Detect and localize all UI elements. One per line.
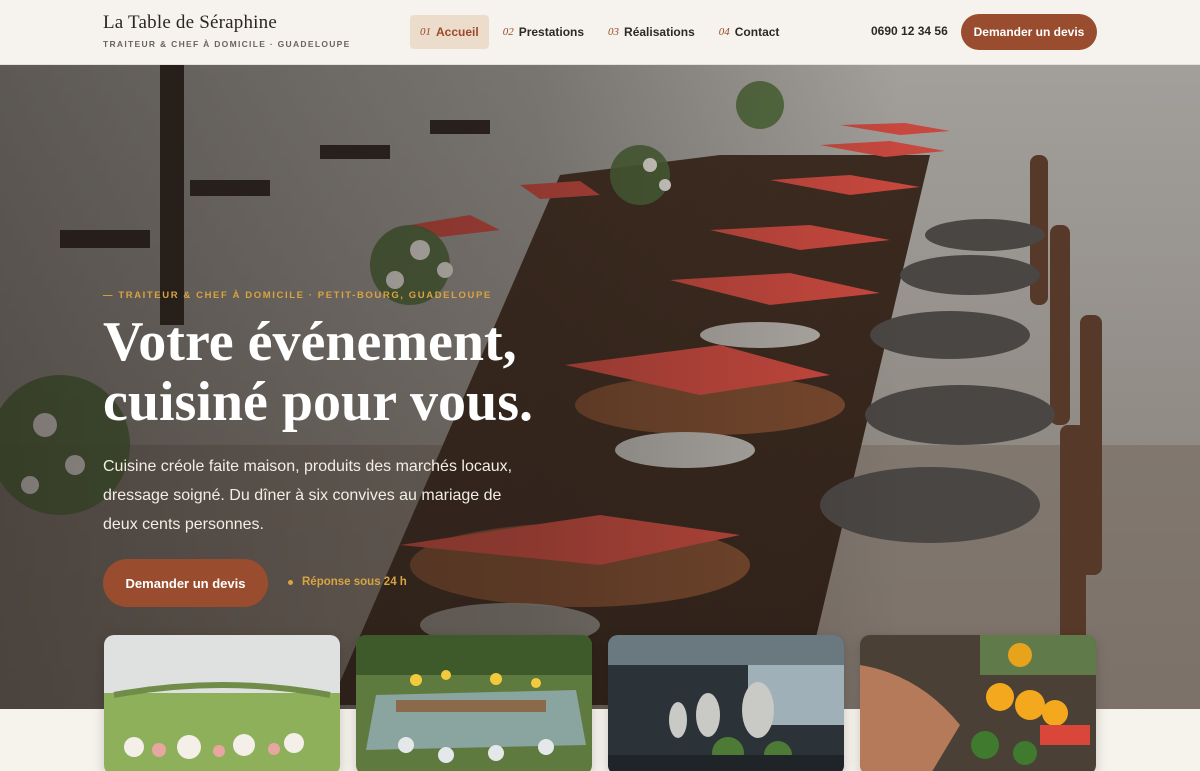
nav-item-number: 01 xyxy=(420,26,431,38)
gallery-card-chef-preparing[interactable] xyxy=(860,635,1096,771)
hero-quote-button[interactable]: Demander un devis xyxy=(103,559,268,607)
garden-ceremony-image xyxy=(104,635,340,771)
site-header: La Table de Séraphine TRAITEUR & CHEF À … xyxy=(0,0,1200,65)
nav-item-number: 04 xyxy=(718,26,730,38)
nav-item-prestations[interactable]: 02 Prestations xyxy=(493,15,594,49)
hero-title-line1: Votre événement, xyxy=(103,311,517,373)
nav-item-accueil[interactable]: 01 Accueil xyxy=(410,15,489,49)
gallery-card-outdoor-table[interactable] xyxy=(356,635,592,771)
response-time-text: Réponse sous 24 h xyxy=(302,576,407,588)
gallery-card-professional-kitchen[interactable] xyxy=(608,635,844,771)
hero-title: Votre événement, cuisiné pour vous. xyxy=(103,312,623,432)
nav-item-contact[interactable]: 04 Contact xyxy=(709,15,790,49)
outdoor-table-image xyxy=(356,635,592,771)
gallery-cards xyxy=(104,635,1096,771)
chef-preparing-image xyxy=(860,635,1096,771)
phone-link[interactable]: 0690 12 34 56 xyxy=(871,24,948,38)
professional-kitchen-image xyxy=(608,635,844,771)
hero-title-line2: cuisiné pour vous. xyxy=(103,371,533,433)
brand-name: La Table de Séraphine xyxy=(103,12,277,33)
nav-item-label: Réalisations xyxy=(624,25,695,39)
dot-icon xyxy=(288,579,293,585)
brand-tagline: TRAITEUR & CHEF À DOMICILE · GUADELOUPE xyxy=(103,39,351,49)
hero-description: Cuisine créole faite maison, produits de… xyxy=(103,458,513,533)
nav-item-number: 03 xyxy=(608,26,620,38)
gallery-card-garden-ceremony[interactable] xyxy=(104,635,340,771)
main-nav: 01 Accueil 02 Prestations 03 Réalisation… xyxy=(410,15,789,49)
nav-item-realisations[interactable]: 03 Réalisations xyxy=(598,15,705,49)
hero-section: — TRAITEUR & CHEF À DOMICILE · PETIT-BOU… xyxy=(0,65,1200,709)
nav-item-label: Prestations xyxy=(518,25,585,39)
nav-item-number: 02 xyxy=(502,26,514,38)
nav-item-label: Contact xyxy=(734,25,780,39)
header-quote-button[interactable]: Demander un devis xyxy=(961,14,1097,50)
response-time-note: Réponse sous 24 h xyxy=(288,576,407,588)
hero-eyebrow: — TRAITEUR & CHEF À DOMICILE · PETIT-BOU… xyxy=(103,290,492,301)
brand[interactable]: La Table de Séraphine TRAITEUR & CHEF À … xyxy=(103,12,351,49)
nav-item-label: Accueil xyxy=(436,25,479,39)
